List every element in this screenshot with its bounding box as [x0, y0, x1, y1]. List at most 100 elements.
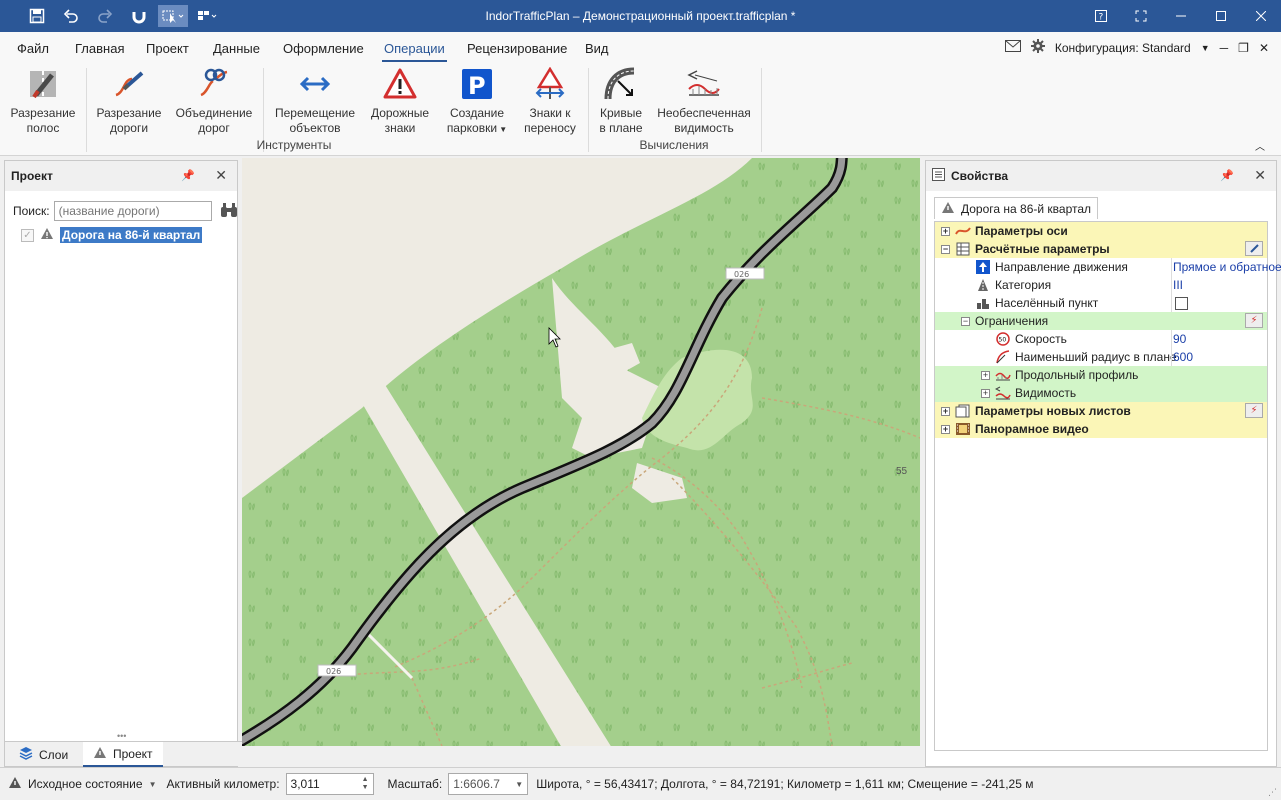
prop-axis-params[interactable]: + Параметры оси — [935, 222, 1267, 240]
chevron-down-icon[interactable]: ▼ — [1201, 43, 1210, 53]
pin-icon[interactable]: 📌 — [181, 169, 195, 182]
visibility-profile-icon — [686, 66, 722, 102]
prop-calc-params[interactable]: − Расчётные параметры — [935, 240, 1267, 258]
close-icon[interactable] — [1241, 0, 1281, 32]
svg-text:50: 50 — [999, 337, 1007, 344]
fullscreen-icon[interactable] — [1121, 0, 1161, 32]
maximize-icon[interactable] — [1201, 0, 1241, 32]
expand-icon[interactable]: + — [981, 370, 990, 380]
checkbox[interactable]: ✓ — [21, 228, 34, 242]
collapse-icon[interactable]: − — [961, 316, 970, 326]
prop-visibility[interactable]: + Видимость — [935, 384, 1267, 402]
prop-restrictions[interactable]: − Ограничения ⚡ — [935, 312, 1267, 330]
split-lanes-button[interactable]: Разрезание полос — [8, 66, 78, 136]
move-objects-button[interactable]: Перемещение объектов — [272, 66, 358, 136]
object-tab[interactable]: Дорога на 86-й квартал — [934, 197, 1099, 219]
window-controls — [1161, 0, 1281, 32]
create-parking-button[interactable]: P Создание парковки ▼ — [442, 66, 512, 137]
prop-new-sheets[interactable]: + Параметры новых листов ⚡ — [935, 402, 1267, 420]
collapse-icon[interactable]: − — [941, 244, 950, 254]
tab-project-panel[interactable]: Проект — [83, 742, 163, 767]
mail-icon[interactable] — [1004, 40, 1021, 55]
expand-icon[interactable]: + — [981, 388, 990, 398]
spin-icon[interactable]: ▲ ▼ — [362, 776, 369, 792]
split-road-icon — [111, 66, 147, 102]
tab-review[interactable]: Рецензирование — [467, 41, 567, 56]
settlement-checkbox[interactable] — [1175, 296, 1188, 310]
tab-layers[interactable]: Слои — [9, 742, 78, 767]
ribbon-tabs: Файл Главная Проект Данные Оформление Оп… — [0, 32, 1281, 64]
prop-category-value[interactable]: III — [1173, 278, 1183, 292]
group-label-tools: Инструменты — [256, 138, 332, 152]
collapse-ribbon-icon[interactable]: ︿ — [1255, 138, 1265, 153]
prop-category[interactable]: Категория III — [935, 276, 1267, 294]
property-grid: + Параметры оси − Расчётные параметры На… — [934, 221, 1281, 751]
tab-home[interactable]: Главная — [75, 41, 124, 56]
signs-transfer-button[interactable]: Знаки к переносу — [518, 66, 582, 136]
active-km-input[interactable]: 3,011 ▲ ▼ — [285, 773, 374, 795]
road-tree-item[interactable]: ✓ Дорога на 86-й квартал — [21, 227, 203, 243]
lightning-icon[interactable]: ⚡ — [1245, 403, 1263, 418]
prop-min-radius-value[interactable]: 600 — [1173, 350, 1193, 364]
minimize-icon[interactable] — [1161, 0, 1201, 32]
binoculars-icon[interactable] — [220, 202, 238, 221]
lightning-icon[interactable]: ⚡ — [1245, 313, 1263, 328]
prop-speed-value[interactable]: 90 — [1173, 332, 1186, 346]
state-dropdown[interactable]: Исходное состояние ▼ — [8, 776, 156, 792]
prop-speed[interactable]: 50 Скорость 90 — [935, 330, 1267, 348]
prop-min-radius[interactable]: Наименьший радиус в плане 600 — [935, 348, 1267, 366]
radius-icon — [995, 349, 1011, 365]
tab-file[interactable]: Файл — [17, 41, 49, 56]
ribbon-minimize-icon[interactable]: ─ — [1220, 41, 1229, 55]
settlement-icon — [975, 295, 991, 311]
prop-longitudinal-profile[interactable]: + Продольный профиль — [935, 366, 1267, 384]
project-panel-header: Проект 📌 ✕ — [5, 161, 237, 191]
gear-icon[interactable] — [1030, 39, 1045, 56]
visibility-button[interactable]: Необеспеченная видимость — [654, 66, 754, 136]
merge-roads-icon — [196, 66, 232, 102]
direction-arrow-icon — [975, 259, 991, 275]
title-bar: IndorTrafficPlan – Демонстрационный прое… — [0, 0, 1281, 32]
close-icon[interactable]: ✕ — [215, 167, 227, 184]
road-warning-icon — [941, 201, 955, 217]
split-lanes-icon — [25, 66, 61, 102]
road-warning-icon — [8, 776, 22, 792]
pencil-icon[interactable] — [1245, 241, 1263, 256]
merge-roads-button[interactable]: Объединение дорог — [172, 66, 256, 136]
speed-limit-icon: 50 — [995, 331, 1011, 347]
properties-panel: Свойства 📌 ✕ Дорога на 86-й квартал + Па… — [925, 160, 1281, 767]
ribbon-restore-icon[interactable]: ❐ — [1238, 41, 1249, 55]
search-input[interactable] — [53, 201, 212, 221]
tab-design[interactable]: Оформление — [283, 41, 364, 56]
panel-tabs: Слои Проект — [5, 741, 242, 767]
prop-direction-value[interactable]: Прямое и обратное — [1173, 260, 1281, 274]
properties-panel-header: Свойства 📌 ✕ — [926, 161, 1276, 191]
scale-dropdown[interactable]: 1:6606.7 ▼ — [448, 773, 529, 795]
ribbon-close-icon[interactable]: ✕ — [1259, 41, 1269, 55]
tab-data[interactable]: Данные — [213, 41, 260, 56]
svg-text:P: P — [468, 72, 486, 100]
pin-icon[interactable]: 📌 — [1220, 169, 1234, 182]
tab-operations[interactable]: Операции — [382, 41, 447, 62]
plan-curves-button[interactable]: Кривые в плане — [594, 66, 648, 136]
prop-direction[interactable]: Направление движения Прямое и обратное — [935, 258, 1281, 276]
resize-grip[interactable]: ⋰ — [1268, 787, 1277, 798]
prop-panorama-video[interactable]: + Панорамное видео — [935, 420, 1267, 438]
splitter-grip[interactable]: ••• — [117, 731, 126, 741]
prop-settlement[interactable]: Населённый пункт — [935, 294, 1267, 312]
map-view[interactable]: 026 026 55 — [242, 158, 920, 746]
tab-project[interactable]: Проект — [146, 41, 189, 56]
profile-icon — [995, 367, 1011, 383]
road-signs-button[interactable]: Дорожные знаки — [366, 66, 434, 136]
tab-view[interactable]: Вид — [585, 41, 609, 56]
config-dropdown[interactable]: Конфигурация: Standard — [1055, 41, 1191, 55]
expand-icon[interactable]: + — [941, 406, 950, 416]
properties-icon — [932, 168, 945, 184]
svg-text:026: 026 — [326, 667, 341, 676]
close-icon[interactable]: ✕ — [1254, 167, 1266, 184]
split-road-button[interactable]: Разрезание дороги — [94, 66, 164, 136]
help-icon[interactable]: ? — [1081, 0, 1121, 32]
chevron-down-icon: ▼ — [497, 125, 508, 134]
expand-icon[interactable]: + — [941, 424, 950, 434]
expand-icon[interactable]: + — [941, 226, 950, 236]
